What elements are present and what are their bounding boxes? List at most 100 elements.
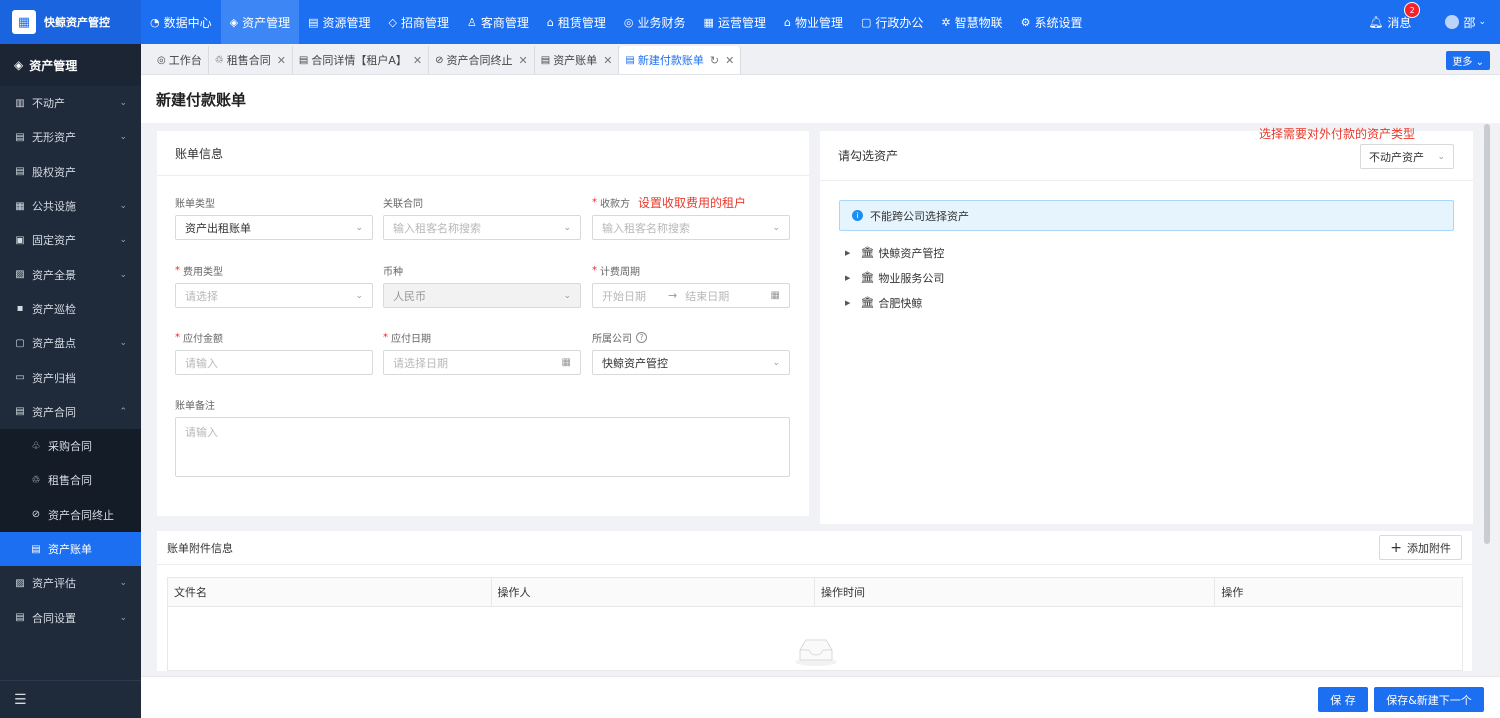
save-button[interactable]: 保 存 [1318,687,1368,712]
collapse-menu-icon[interactable]: ☰ [0,680,141,718]
sidebar-item-label: 资产巡检 [32,302,76,316]
tab-5[interactable]: ▤ 新建付款账单 ↻ ✕ [619,46,742,74]
tab-icon: ▤ [298,54,309,66]
topnav-item-4[interactable]: ♙ 客商管理 [458,0,538,44]
tab-3[interactable]: ⊘ 资产合同终止 ✕ [429,46,535,74]
menu-icon: ♲ [31,474,41,486]
topnav-label: 资源管理 [322,15,371,30]
sidebar-item-sub_items-3[interactable]: ▤ 资产账单 [0,531,141,567]
topnav-label: 运营管理 [717,15,766,30]
more-tabs-button[interactable]: 更多 ⌄ [1446,51,1490,70]
sidebar-item-sub_items-1[interactable]: ♲ 租售合同 [0,463,141,497]
tab-label: 资产合同终止 [446,54,513,67]
related-contract-select[interactable]: 输入租客名称搜索 ⌄ [383,215,581,240]
sidebar-item-items_after-0[interactable]: ▨ 资产评估 ⌄ [0,566,141,600]
topnav-label: 系统设置 [1034,15,1083,30]
due-date-picker[interactable]: 请选择日期 ▦ [383,350,581,375]
topnav-item-9[interactable]: ▢ 行政办公 [852,0,932,44]
tree-node-1[interactable]: ▶ 🏛︎ 物业服务公司 [845,265,944,290]
topnav-item-2[interactable]: ▤ 资源管理 [299,0,379,44]
tab-0[interactable]: ◎ 工作台 [151,46,209,74]
sidebar-item-items-5[interactable]: ▨ 资产全景 ⌄ [0,257,141,291]
company-select[interactable]: 快鲸资产管控 ⌄ [592,350,790,375]
messages-button[interactable]: 🔔︎ 消息 2 [1368,1,1421,31]
related-contract-field: 关联合同 输入租客名称搜索 ⌄ [383,193,581,240]
close-icon[interactable]: ✕ [413,54,422,67]
top-bar: ▦ 快鲸资产管控 ◔ 数据中心 ◈ 资产管理 ▤ 资源管理 ◇ 招商管理 ♙ 客商管理 ⌂ 租赁管理 ◎… [0,0,1500,44]
sidebar-item-items-2[interactable]: ▤ 股权资产 [0,155,141,189]
topnav-item-10[interactable]: ✲ 智慧物联 [932,0,1011,44]
close-icon[interactable]: ✕ [277,54,286,67]
fee-type-label-text: 费用类型 [183,266,223,278]
sidebar-item-label: 固定资产 [32,234,76,248]
sidebar-items: ▥ 不动产 ⌄ ▤ 无形资产 ⌄ ▤ 股权资产 ▦ 公共设施 ⌄ ▣ 固定资产 ⌄ ▨ 资产全景 ⌄ ▪ 资产巡检 ▢… [0,86,141,429]
bell-icon: 🔔︎ [1368,15,1384,29]
tab-1[interactable]: ♲ 租售合同 ✕ [209,46,293,74]
nav-icon: ▢ [860,15,872,29]
topnav-item-6[interactable]: ◎ 业务财务 [615,0,695,44]
save-and-new-button[interactable]: 保存&新建下一个 [1374,687,1484,712]
required-mark: * [383,331,388,343]
sidebar-item-items-0[interactable]: ▥ 不动产 ⌄ [0,86,141,120]
sidebar-item-items-4[interactable]: ▣ 固定资产 ⌄ [0,223,141,257]
fee-type-select[interactable]: 请选择 ⌄ [175,283,373,308]
remark-textarea[interactable]: 请输入 [175,417,790,477]
topnav-item-8[interactable]: ⌂ 物业管理 [775,0,852,44]
close-icon[interactable]: ✕ [603,54,612,67]
sidebar-item-label: 资产评估 [32,577,76,591]
bill-type-select[interactable]: 资产出租账单 ⌄ [175,215,373,240]
topnav-item-11[interactable]: ⚙ 系统设置 [1012,0,1092,44]
payee-select[interactable]: 输入租客名称搜索 ⌄ [592,215,790,240]
topnav-item-5[interactable]: ⌂ 租赁管理 [538,0,615,44]
tab-2[interactable]: ▤ 合同详情【租户A】 ✕ [293,46,430,74]
building-icon: ▦ [12,10,36,34]
tab-4[interactable]: ▤ 资产账单 ✕ [535,46,620,74]
sidebar-item-items_after-1[interactable]: ▤ 合同设置 ⌄ [0,600,141,634]
help-icon[interactable]: ? [636,331,647,343]
topnav-item-1[interactable]: ◈ 资产管理 [220,0,300,44]
sidebar-item-items-3[interactable]: ▦ 公共设施 ⌄ [0,189,141,223]
company-value: 快鲸资产管控 [602,356,668,370]
table-header: 文件名 操作人 操作时间 操作 [168,578,1462,607]
bill-type-value: 资产出租账单 [185,221,251,235]
top-right: 🔔︎ 消息 2 邵 ⌄ [1368,0,1500,44]
sidebar-item-items-6[interactable]: ▪ 资产巡检 [0,292,141,326]
due-date-label: * 应付日期 [383,328,581,346]
end-date-input[interactable]: 结束日期 [685,288,729,304]
caret-right-icon[interactable]: ▶ [845,274,850,282]
close-icon[interactable]: ✕ [725,54,734,67]
tabs: ◎ 工作台 ♲ 租售合同 ✕ ▤ 合同详情【租户A】 ✕ ⊘ 资产合同终止 ✕ ▤ 资产账单 ✕ ▤ 新建付款… [151,46,742,74]
bill-info-title: 账单信息 [157,131,809,176]
start-date-input[interactable]: 开始日期 [602,288,646,304]
refresh-icon[interactable]: ↻ [710,54,719,67]
cube-icon: ◈ [14,58,24,72]
close-icon[interactable]: ✕ [519,54,528,67]
user-menu[interactable]: 邵 ⌄ [1445,14,1486,31]
chevron-icon: ⌄ [119,235,127,246]
topnav-item-0[interactable]: ◔ 数据中心 [141,0,221,44]
required-mark: * [175,331,180,343]
nav-icon: ⚙ [1020,15,1031,29]
billing-period-range[interactable]: 开始日期 → 结束日期 ▦ [592,283,790,308]
caret-right-icon[interactable]: ▶ [845,299,850,307]
caret-right-icon[interactable]: ▶ [845,249,850,257]
tree-node-2[interactable]: ▶ 🏛︎ 合肥快鲸 [845,290,944,315]
chevron-down-icon: ⌄ [1437,151,1445,162]
sidebar-item-items-9[interactable]: ▤ 资产合同 ⌃ [0,395,141,429]
sidebar-item-items-8[interactable]: ▭ 资产归档 [0,360,141,394]
page-scrollbar[interactable] [1484,124,1490,544]
brand[interactable]: ▦ 快鲸资产管控 [0,0,141,44]
amount-input[interactable]: 请输入 [175,350,373,375]
chevron-icon: ⌃ [119,406,127,417]
asset-type-select[interactable]: 不动产资产 ⌄ [1360,144,1454,169]
chevron-icon: ⌄ [119,338,127,349]
topnav-item-7[interactable]: ▦ 运营管理 [695,0,775,44]
sidebar-item-items-7[interactable]: ▢ 资产盘点 ⌄ [0,326,141,360]
sidebar-item-items-1[interactable]: ▤ 无形资产 ⌄ [0,120,141,154]
topnav-item-3[interactable]: ◇ 招商管理 [380,0,458,44]
sidebar-item-sub_items-0[interactable]: ♧ 采购合同 [0,429,141,463]
tree-node-0[interactable]: ▶ 🏛︎ 快鲸资产管控 [845,240,944,265]
add-attachment-button[interactable]: + 添加附件 [1379,535,1462,560]
tab-label: 合同详情【租户A】 [311,54,407,67]
sidebar-item-sub_items-2[interactable]: ⊘ 资产合同终止 [0,498,141,532]
